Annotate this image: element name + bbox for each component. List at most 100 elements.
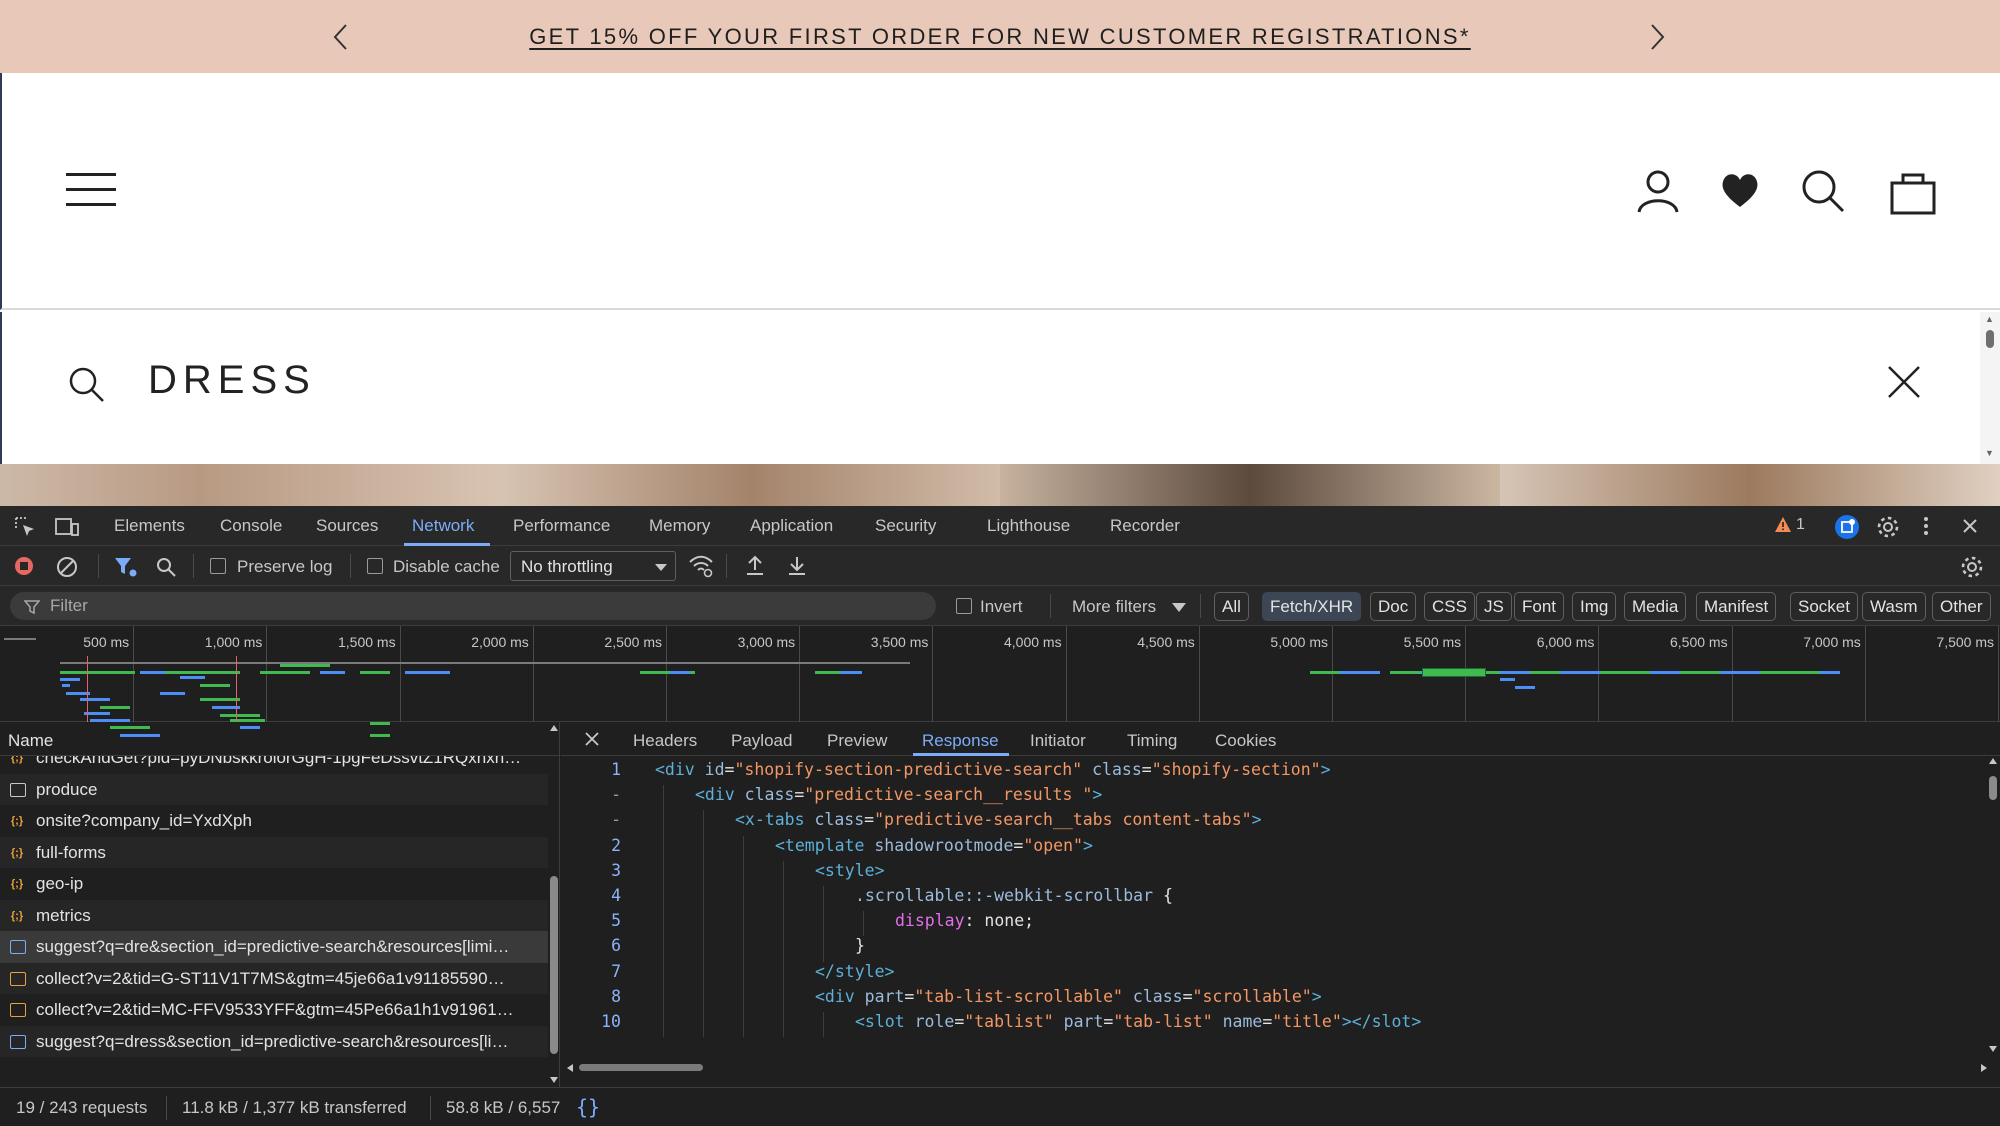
filter-chip-fetch-xhr[interactable]: Fetch/XHR	[1262, 592, 1362, 621]
more-vert-icon[interactable]	[1922, 515, 1930, 537]
code-text: <slot role="tablist" part="tab-list" nam…	[855, 1012, 1421, 1031]
promo-link[interactable]: GET 15% OFF YOUR FIRST ORDER FOR NEW CUS…	[529, 24, 1471, 50]
response-horizontal-scrollbar[interactable]	[567, 1062, 1987, 1072]
close-icon[interactable]	[585, 732, 599, 746]
menu-button[interactable]	[66, 173, 116, 209]
request-row[interactable]: suggest?q=dre&section_id=predictive-sear…	[0, 931, 548, 963]
tab-console[interactable]: Console	[220, 516, 282, 536]
tab-recorder[interactable]: Recorder	[1110, 516, 1180, 536]
indent-guide	[703, 886, 704, 912]
request-list-scrollbar[interactable]	[548, 722, 560, 1087]
request-row[interactable]: {;} checkAndGet?pid=pyDNbskkroiorGgH-1pgF…	[0, 756, 548, 774]
request-row[interactable]: {;} metrics	[0, 899, 548, 931]
request-row[interactable]: collect?v=2&tid=G-ST11V1T7MS&gtm=45je66a…	[0, 962, 548, 994]
search-icon	[69, 367, 104, 402]
tab-application[interactable]: Application	[750, 516, 833, 536]
filter-chip-media[interactable]: Media	[1624, 592, 1687, 621]
request-row[interactable]: {;} full-forms	[0, 836, 548, 868]
close-devtools-icon[interactable]	[1962, 518, 1978, 534]
line-number: 1	[611, 760, 621, 779]
header-search-button[interactable]	[1799, 167, 1847, 215]
filter-input[interactable]: Filter	[10, 592, 936, 620]
detail-tab-timing[interactable]: Timing	[1127, 731, 1177, 751]
code-text: <style>	[815, 861, 885, 880]
throttling-select[interactable]: No throttling	[510, 551, 676, 581]
product-image[interactable]	[0, 464, 500, 506]
request-row[interactable]: suggest?q=dress&section_id=predictive-se…	[0, 1025, 548, 1057]
response-code-viewer[interactable]: 1 <div id="shopify-section-predictive-sea…	[561, 756, 1981, 1056]
request-row[interactable]: collect?v=2&tid=MC-FFV9533YFF&gtm=45Pe66…	[0, 994, 548, 1026]
record-stop-icon[interactable]	[14, 556, 34, 576]
filter-chip-font[interactable]: Font	[1514, 592, 1565, 621]
page-scrollbar[interactable]: ▲ ▼	[1980, 312, 2000, 464]
request-row[interactable]: {;} geo-ip	[0, 868, 548, 900]
filter-chip-img[interactable]: Img	[1572, 592, 1617, 621]
more-filters-dropdown[interactable]: More filters	[1072, 597, 1156, 617]
indent-guide	[783, 986, 784, 1012]
invert-checkbox[interactable]	[956, 598, 972, 614]
product-image[interactable]	[1000, 464, 1500, 506]
cart-button[interactable]	[1888, 167, 1936, 215]
detail-tab-cookies[interactable]: Cookies	[1215, 731, 1276, 751]
inspect-element-icon[interactable]	[14, 516, 36, 538]
indent-guide	[743, 986, 744, 1012]
filter-icon[interactable]	[114, 556, 138, 578]
filter-chip-all[interactable]: All	[1214, 592, 1249, 621]
response-vertical-scrollbar[interactable]	[1987, 756, 1999, 1056]
tab-elements[interactable]: Elements	[114, 516, 185, 536]
disable-cache-checkbox[interactable]	[367, 558, 383, 574]
settings-gear-icon[interactable]	[1876, 515, 1900, 539]
filter-chip-other[interactable]: Other	[1932, 592, 1991, 621]
issues-button[interactable]: 1	[1774, 516, 1810, 538]
filter-chip-js[interactable]: JS	[1476, 592, 1512, 621]
preserve-log-checkbox[interactable]	[210, 558, 226, 574]
network-overview-timeline[interactable]: 500 ms 1,000 ms 1,500 ms 2,000 ms 2,500 ms 3,…	[0, 626, 2000, 737]
code-line: 8 <div part="tab-list-scrollable" class="…	[561, 986, 1981, 1012]
request-row[interactable]: produce	[0, 773, 548, 805]
clear-icon[interactable]	[56, 556, 78, 578]
network-conditions-icon[interactable]	[688, 554, 714, 578]
account-button[interactable]	[1634, 167, 1682, 215]
search-icon[interactable]	[155, 556, 177, 578]
timeline-domcontentloaded-marker	[236, 656, 237, 722]
request-row[interactable]: {;} onsite?company_id=YxdXph	[0, 805, 548, 837]
product-image[interactable]	[500, 464, 1000, 506]
code-text: <div class="predictive-search__results "…	[695, 785, 1102, 804]
devtools-tab-bar: Elements Console Sources Network Perform…	[0, 506, 2000, 546]
wishlist-button[interactable]	[1716, 167, 1764, 215]
code-token: =	[1013, 835, 1024, 855]
line-number: 7	[611, 961, 621, 981]
name-column-header[interactable]: Name	[0, 722, 560, 756]
product-image[interactable]	[1500, 464, 2000, 506]
promo-prev-button[interactable]	[324, 20, 358, 54]
filter-chip-socket[interactable]: Socket	[1790, 592, 1858, 621]
tab-security[interactable]: Security	[875, 516, 936, 536]
network-settings-gear-icon[interactable]	[1960, 555, 1984, 579]
search-input[interactable]: DRESS	[148, 358, 316, 403]
indent-guide	[663, 1012, 664, 1038]
tab-performance[interactable]: Performance	[513, 516, 610, 536]
device-toolbar-icon[interactable]	[54, 516, 80, 538]
promo-next-button[interactable]	[1640, 20, 1674, 54]
filter-chip-doc[interactable]: Doc	[1370, 592, 1417, 621]
pretty-print-braces-icon[interactable]: {}	[576, 1095, 600, 1119]
detail-tab-headers[interactable]: Headers	[633, 731, 697, 751]
detail-tab-payload[interactable]: Payload	[731, 731, 792, 751]
tab-network[interactable]: Network	[412, 516, 474, 536]
filter-chip-css[interactable]: CSS	[1424, 592, 1475, 621]
tab-sources[interactable]: Sources	[316, 516, 378, 536]
detail-tab-initiator[interactable]: Initiator	[1030, 731, 1086, 751]
close-icon[interactable]	[1886, 364, 1922, 400]
import-har-icon[interactable]	[744, 554, 766, 578]
tab-memory[interactable]: Memory	[649, 516, 710, 536]
code-token: =	[864, 810, 875, 830]
filter-chip-manifest[interactable]: Manifest	[1696, 592, 1777, 621]
export-har-icon[interactable]	[786, 554, 808, 578]
chevron-left-icon	[333, 24, 347, 50]
detail-tab-preview[interactable]: Preview	[827, 731, 887, 751]
code-token: =	[1141, 760, 1152, 779]
detail-tab-response[interactable]: Response	[922, 731, 999, 751]
devtools-ai-icon[interactable]	[1834, 514, 1860, 540]
tab-lighthouse[interactable]: Lighthouse	[987, 516, 1070, 536]
filter-chip-wasm[interactable]: Wasm	[1862, 592, 1926, 621]
